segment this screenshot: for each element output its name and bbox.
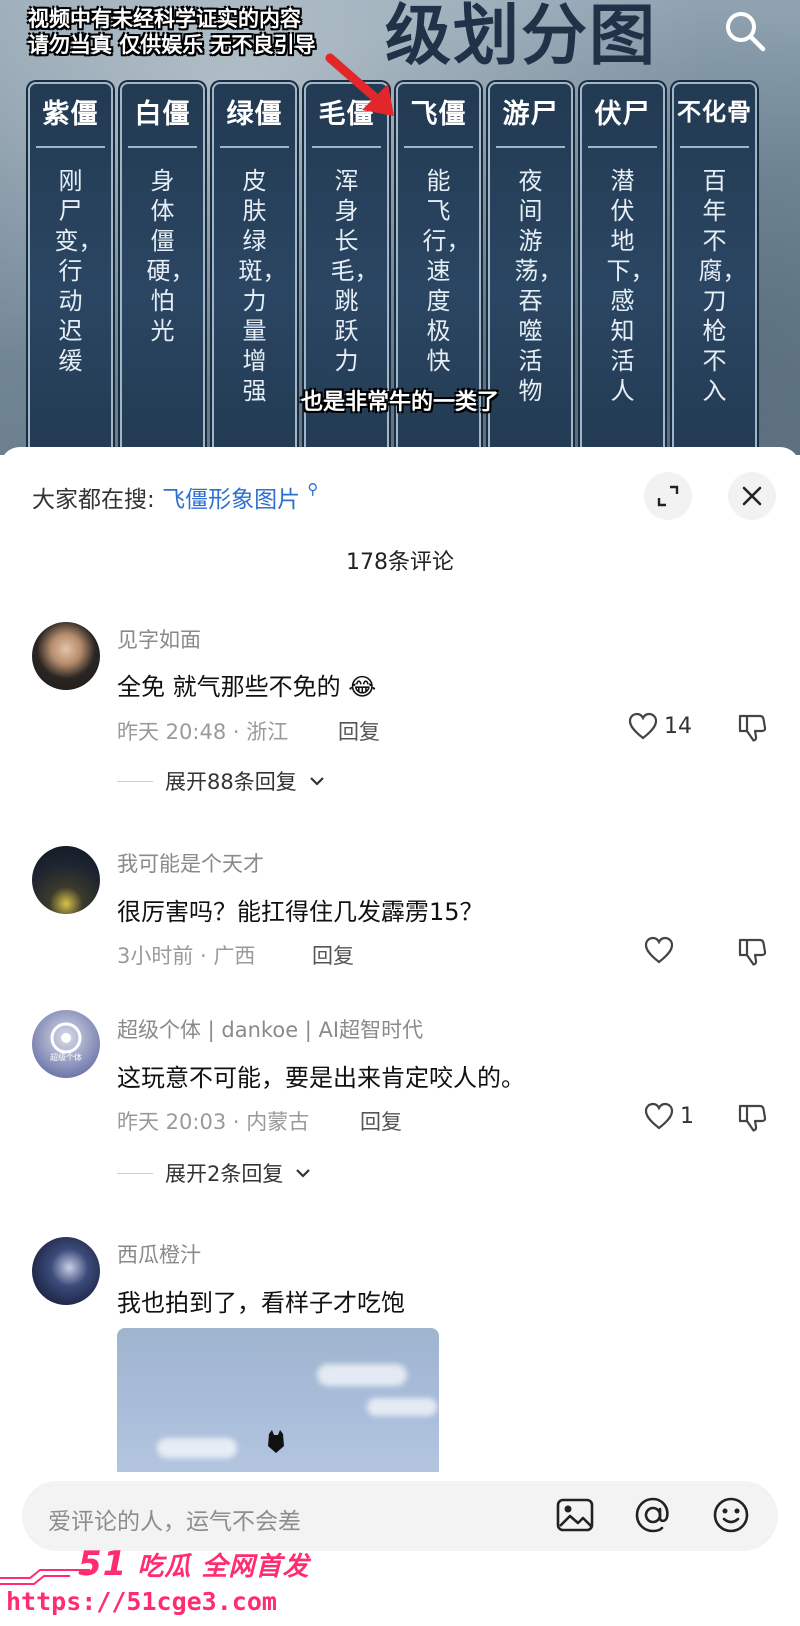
column-divider bbox=[404, 146, 473, 148]
divider-line bbox=[117, 1172, 153, 1174]
flying-creature-icon bbox=[268, 1430, 284, 1453]
like-button[interactable]: 1 bbox=[644, 1102, 694, 1130]
watermark-logo-number: 51 bbox=[78, 1544, 128, 1584]
comment-text: 我也拍到了，看样子才吃饱 bbox=[117, 1289, 405, 1317]
red-arrow-icon bbox=[325, 53, 394, 116]
reply-button[interactable]: 回复 bbox=[360, 1106, 402, 1136]
watermark-decoration bbox=[0, 1569, 90, 1585]
disclaimer-line-1: 视频中有未经科学证实的内容 bbox=[28, 7, 301, 31]
thumbs-down-icon[interactable] bbox=[736, 712, 768, 744]
video-subtitle: 也是非常牛的一类了 bbox=[300, 390, 499, 415]
comment-author[interactable]: 超级个体 | dankoe | AI超智时代 bbox=[117, 1014, 423, 1044]
trending-search-term[interactable]: 飞僵形象图片 bbox=[162, 487, 300, 513]
emoji-icon[interactable] bbox=[710, 1494, 752, 1536]
close-sheet-button[interactable] bbox=[728, 472, 776, 520]
video-player[interactable]: 级划分图 视频中有未经科学证实的内容 请勿当真 仅供娱乐 无不良引导 紫僵 刚尸… bbox=[0, 0, 800, 455]
expand-sheet-button[interactable] bbox=[644, 472, 692, 520]
avatar[interactable]: 超级个体 bbox=[32, 1010, 100, 1078]
brain-logo-icon bbox=[50, 1022, 82, 1054]
avatar[interactable] bbox=[32, 846, 100, 914]
disclaimer-line-2: 请勿当真 仅供娱乐 无不良引导 bbox=[28, 33, 316, 57]
column-divider bbox=[128, 146, 197, 148]
comment-text: 很厉害吗？能扛得住几发霹雳15？ bbox=[117, 898, 484, 926]
avatar-label: 超级个体 bbox=[50, 1053, 82, 1062]
thumbs-down-icon[interactable] bbox=[736, 936, 768, 968]
trending-search-prefix: 大家都在搜: bbox=[32, 487, 155, 513]
image-icon[interactable] bbox=[554, 1494, 596, 1536]
like-button[interactable]: 14 bbox=[628, 712, 692, 740]
thumbs-down-icon[interactable] bbox=[736, 1102, 768, 1134]
level-name: 白僵 bbox=[134, 99, 191, 130]
heart-icon bbox=[644, 1102, 674, 1130]
column-divider bbox=[36, 146, 105, 148]
watermark-url: https://51cge3.com bbox=[6, 1587, 277, 1616]
video-disclaimer: 视频中有未经科学证实的内容 请勿当真 仅供娱乐 无不良引导 bbox=[28, 6, 316, 58]
heart-icon bbox=[628, 712, 658, 740]
video-title: 级划分图 bbox=[385, 0, 657, 74]
column-divider bbox=[588, 146, 657, 148]
reply-button[interactable]: 回复 bbox=[312, 940, 354, 970]
comment-input-placeholder[interactable]: 爱评论的人，运气不会差 bbox=[48, 1502, 301, 1536]
level-name: 绿僵 bbox=[226, 99, 283, 130]
like-count: 14 bbox=[664, 713, 692, 739]
expand-icon bbox=[657, 485, 679, 507]
comment-photo[interactable] bbox=[117, 1328, 439, 1478]
expand-replies[interactable]: 展开2条回复 bbox=[117, 1158, 311, 1188]
heart-icon bbox=[644, 936, 674, 964]
expand-replies-label: 展开2条回复 bbox=[165, 1162, 284, 1186]
close-icon bbox=[742, 486, 762, 506]
like-count: 1 bbox=[680, 1103, 694, 1129]
comment-author[interactable]: 西瓜橙汁 bbox=[117, 1239, 201, 1269]
trending-search[interactable]: 大家都在搜: 飞僵形象图片 ⚲ bbox=[32, 480, 318, 514]
avatar[interactable] bbox=[32, 622, 100, 690]
comment-meta: 昨天 20:03 · 内蒙古 bbox=[117, 1110, 310, 1134]
cloud-shape bbox=[367, 1398, 437, 1416]
comment-meta: 3小时前 · 广西 bbox=[117, 944, 256, 968]
column-divider bbox=[312, 146, 381, 148]
watermark-logo: 51 吃瓜 全网首发 bbox=[78, 1544, 309, 1584]
level-name: 伏尸 bbox=[594, 99, 651, 130]
mini-search-icon: ⚲ bbox=[307, 480, 319, 498]
column-divider bbox=[220, 146, 289, 148]
comment-author[interactable]: 我可能是个天才 bbox=[117, 848, 264, 878]
watermark-logo-text: 吃瓜 全网首发 bbox=[137, 1552, 310, 1582]
comment-author[interactable]: 见字如面 bbox=[117, 624, 201, 654]
chevron-down-icon bbox=[309, 777, 324, 786]
cloud-shape bbox=[317, 1364, 407, 1386]
level-name: 不化骨 bbox=[677, 97, 752, 126]
like-button[interactable] bbox=[644, 936, 680, 964]
level-name: 飞僵 bbox=[410, 99, 467, 130]
at-icon[interactable] bbox=[632, 1494, 674, 1536]
comment-meta: 昨天 20:48 · 浙江 bbox=[117, 720, 289, 744]
divider-line bbox=[117, 780, 153, 782]
reply-button[interactable]: 回复 bbox=[338, 716, 380, 746]
comment-text: 这玩意不可能，要是出来肯定咬人的。 bbox=[117, 1064, 525, 1092]
search-icon[interactable] bbox=[722, 8, 768, 54]
column-divider bbox=[496, 146, 565, 148]
comment-count: 178条评论 bbox=[346, 550, 454, 575]
avatar[interactable] bbox=[32, 1237, 100, 1305]
comment-text: 全免 就气那些不免的 😂 bbox=[117, 673, 377, 701]
level-name: 紫僵 bbox=[42, 99, 99, 130]
expand-replies[interactable]: 展开88条回复 bbox=[117, 766, 325, 796]
expand-replies-label: 展开88条回复 bbox=[165, 770, 297, 794]
column-divider bbox=[680, 146, 749, 148]
level-name: 游尸 bbox=[502, 99, 559, 130]
cloud-shape bbox=[157, 1438, 237, 1458]
chevron-down-icon bbox=[296, 1169, 311, 1178]
